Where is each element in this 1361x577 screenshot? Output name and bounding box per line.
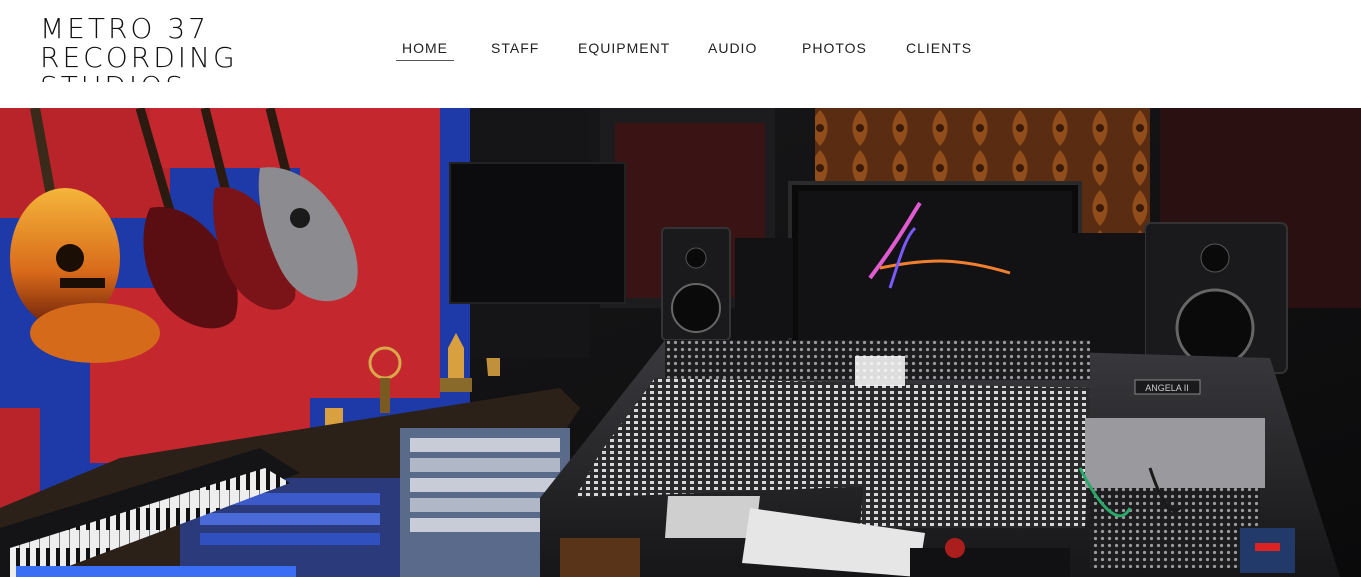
nav-staff[interactable]: STAFF [491,40,539,56]
nav-photos[interactable]: PHOTOS [802,40,867,56]
site-header: METRO 37 RECORDING STUDIOS HOME STAFF EQ… [0,0,1361,108]
studio-photo: ANGELA II [0,108,1361,577]
mixing-console: ANGELA II [540,340,1340,577]
nav-equipment[interactable]: EQUIPMENT [578,40,670,56]
nav-clients[interactable]: CLIENTS [906,40,972,56]
console-badge: ANGELA II [1145,383,1189,393]
computer-monitor [788,181,1082,350]
hero-image: ANGELA II [0,108,1361,577]
nav-home[interactable]: HOME [396,40,454,61]
site-logo[interactable]: METRO 37 RECORDING STUDIOS [40,14,270,82]
nav-audio[interactable]: AUDIO [708,40,757,56]
blue-cta-button[interactable] [16,566,296,577]
